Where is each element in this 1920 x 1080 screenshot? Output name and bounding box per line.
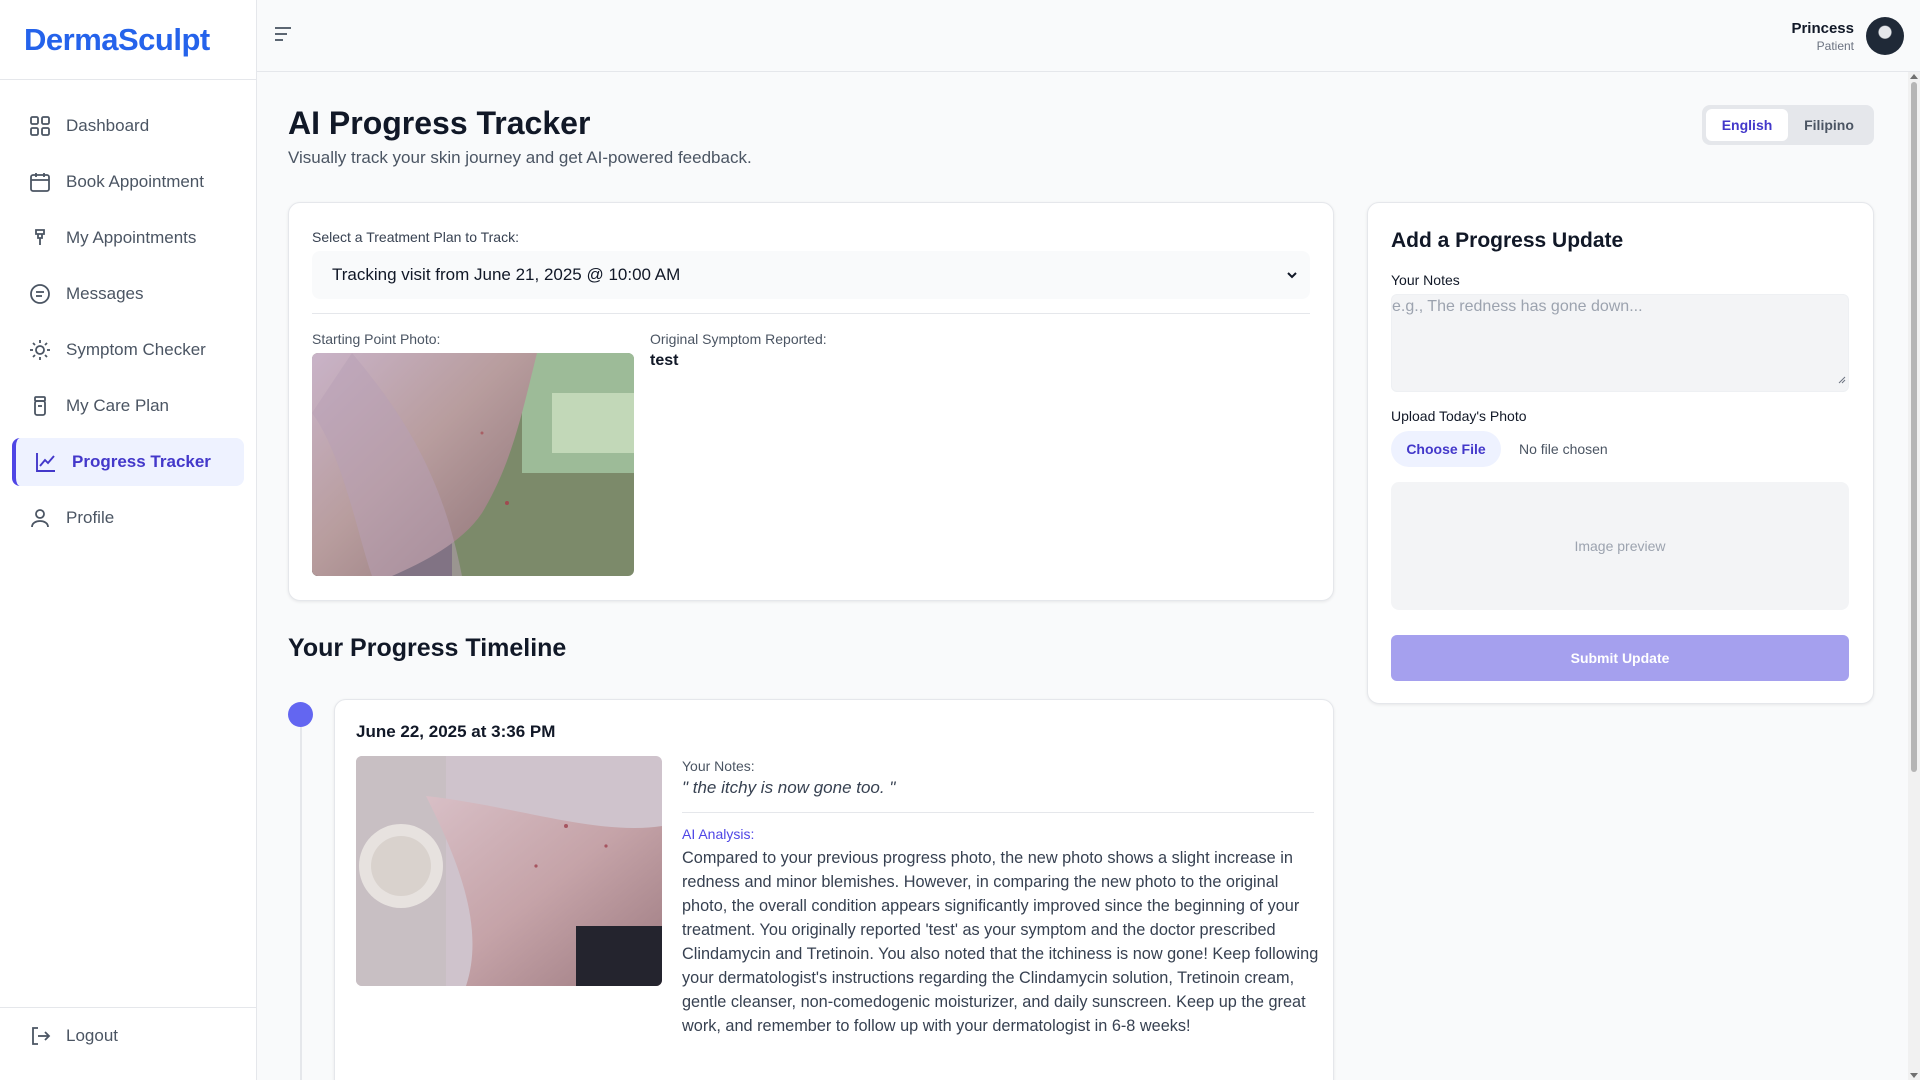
progress-photo — [356, 756, 662, 986]
sidebar-item-profile[interactable]: Profile — [12, 494, 244, 542]
language-option-english[interactable]: English — [1706, 109, 1788, 141]
grid-icon — [28, 114, 52, 138]
user-icon — [28, 506, 52, 530]
logout-label: Logout — [66, 1026, 118, 1045]
sidebar-divider — [0, 1007, 256, 1008]
main-content: AI Progress Tracker Visually track your … — [257, 72, 1908, 1080]
upload-photo-label: Upload Today's Photo — [1391, 408, 1527, 424]
brand-logo-text[interactable]: DermaSculpt — [24, 22, 210, 58]
sidebar-item-dashboard[interactable]: Dashboard — [12, 102, 244, 150]
sidebar-item-label: Book Appointment — [66, 172, 204, 191]
timeline-title: Your Progress Timeline — [288, 634, 567, 662]
sidebar-item-label: Progress Tracker — [72, 452, 211, 471]
image-preview-text: Image preview — [1574, 538, 1666, 554]
sidebar-item-label: Profile — [66, 508, 115, 527]
start-photo-label: Starting Point Photo: — [312, 331, 441, 347]
avatar[interactable] — [1866, 17, 1904, 55]
treatment-plan-select[interactable]: Tracking visit from June 21, 2025 @ 10:0… — [312, 251, 1310, 299]
chat-icon — [28, 282, 52, 306]
bottle-icon — [28, 394, 52, 418]
ai-analysis-label: AI Analysis: — [682, 826, 755, 842]
user-names: Princess Patient — [1791, 20, 1854, 53]
notes-placeholder: e.g., The redness has gone down... — [1392, 298, 1643, 315]
scrollbar[interactable] — [1908, 72, 1920, 1080]
card-divider — [312, 313, 1310, 314]
update-title: Add a Progress Update — [1391, 229, 1624, 252]
timeline-line — [300, 712, 302, 1080]
submit-update-button[interactable]: Submit Update — [1391, 635, 1849, 681]
resize-grip-icon[interactable] — [1838, 371, 1846, 389]
file-status: No file chosen — [1519, 441, 1608, 457]
sun-icon — [28, 338, 52, 362]
timeline-dot — [288, 702, 313, 727]
clipboard-icon — [28, 226, 52, 250]
entry-notes-label: Your Notes: — [682, 758, 755, 774]
sidebar-item-my-care-plan[interactable]: My Care Plan — [12, 382, 244, 430]
symptom-value: test — [650, 352, 679, 369]
sidebar-item-my-appointments[interactable]: My Appointments — [12, 214, 244, 262]
entry-date: June 22, 2025 at 3:36 PM — [356, 722, 556, 741]
starting-point-photo — [312, 353, 634, 576]
scroll-thumb[interactable] — [1911, 82, 1917, 772]
sidebar-item-label: Symptom Checker — [66, 340, 206, 359]
sidebar-item-label: My Appointments — [66, 228, 197, 247]
menu-toggle-icon[interactable] — [273, 24, 297, 48]
update-notes-label: Your Notes — [1391, 272, 1460, 288]
sidebar-item-symptom-checker[interactable]: Symptom Checker — [12, 326, 244, 374]
entry-notes: " the itchy is now gone too. " — [682, 778, 896, 797]
sidebar-item-label: My Care Plan — [66, 396, 169, 415]
treatment-plan-selected: Tracking visit from June 21, 2025 @ 10:0… — [332, 265, 681, 284]
sidebar: DermaSculpt Dashboard Book Appointment M… — [0, 0, 257, 1080]
sidebar-item-messages[interactable]: Messages — [12, 270, 244, 318]
progress-update-card: Add a Progress Update Your Notes e.g., T… — [1367, 202, 1874, 704]
treatment-plan-card: Select a Treatment Plan to Track: Tracki… — [288, 202, 1334, 601]
sidebar-nav: Dashboard Book Appointment My Appointmen… — [0, 80, 256, 542]
sidebar-item-book-appointment[interactable]: Book Appointment — [12, 158, 244, 206]
chart-line-icon — [34, 450, 58, 474]
sidebar-item-label: Messages — [66, 284, 144, 303]
image-preview: Image preview — [1391, 482, 1849, 610]
page-title: AI Progress Tracker — [288, 105, 591, 141]
user-role: Patient — [1816, 38, 1854, 53]
calendar-icon — [28, 170, 52, 194]
select-plan-label: Select a Treatment Plan to Track: — [312, 229, 519, 245]
user-name: Princess — [1791, 19, 1854, 37]
sidebar-item-progress-tracker[interactable]: Progress Tracker — [12, 438, 244, 486]
entry-divider — [682, 812, 1314, 813]
language-toggle: English Filipino — [1702, 105, 1874, 145]
timeline-entry: June 22, 2025 at 3:36 PM Your Notes: " t… — [334, 699, 1334, 1080]
brand[interactable]: DermaSculpt — [0, 0, 256, 80]
topbar: Princess Patient — [257, 0, 1920, 72]
notes-textarea[interactable]: e.g., The redness has gone down... — [1391, 294, 1849, 392]
sidebar-item-label: Dashboard — [66, 116, 150, 135]
user-menu[interactable]: Princess Patient — [1791, 17, 1904, 55]
choose-file-button[interactable]: Choose File — [1391, 431, 1501, 467]
logout-icon — [28, 1024, 52, 1048]
language-option-filipino[interactable]: Filipino — [1788, 109, 1870, 141]
page-subtitle: Visually track your skin journey and get… — [288, 148, 752, 167]
scroll-up-icon[interactable] — [1910, 74, 1918, 79]
logout-button[interactable]: Logout — [12, 1012, 244, 1060]
ai-analysis-text: Compared to your previous progress photo… — [682, 849, 1319, 1035]
chevron-down-icon — [1284, 267, 1300, 288]
symptom-label: Original Symptom Reported: — [650, 331, 827, 347]
scroll-down-icon[interactable] — [1910, 1073, 1918, 1078]
